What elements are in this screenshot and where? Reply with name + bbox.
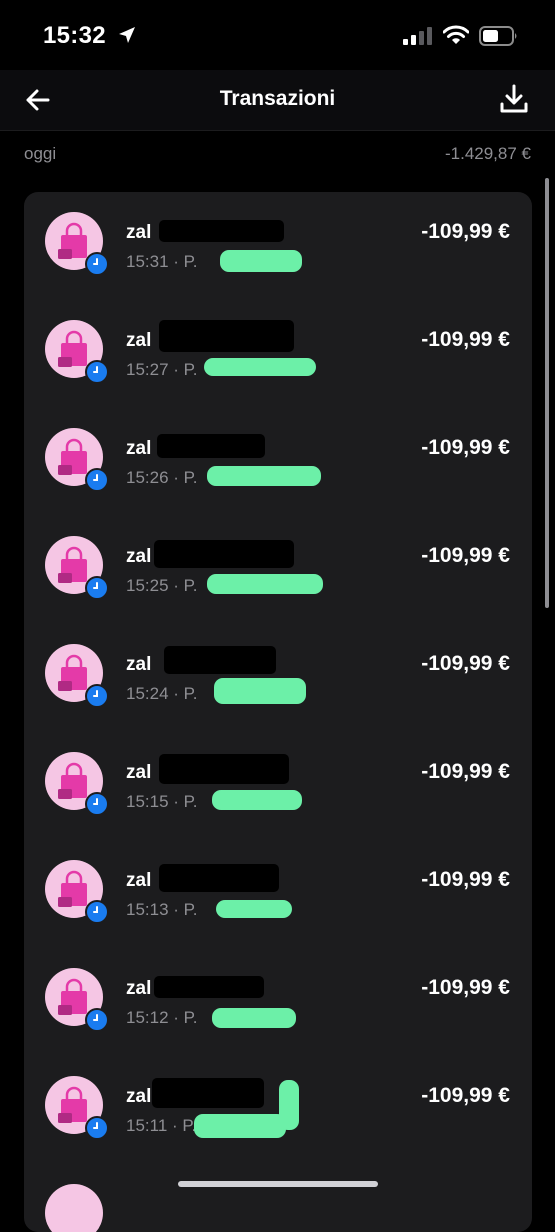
transactions-card: zal 15:31 · P. -109,99 € zal 15:27 · P. … <box>24 192 532 1232</box>
merchant-name: zal <box>126 222 152 243</box>
transaction-amount: -109,99 € <box>421 544 510 567</box>
redaction-mark <box>159 864 279 892</box>
transaction-amount: -109,99 € <box>421 652 510 675</box>
merchant-name: zal <box>126 978 152 999</box>
pending-clock-icon <box>85 468 109 492</box>
pending-clock-icon <box>85 792 109 816</box>
transaction-amount: -109,99 € <box>421 220 510 243</box>
transaction-time: 15:25 · P. <box>126 576 198 595</box>
pending-clock-icon <box>85 576 109 600</box>
scrollbar[interactable] <box>545 178 549 608</box>
section-total-amount: -1.429,87 € <box>444 144 531 163</box>
shopping-bag-icon <box>58 546 87 583</box>
pending-clock-icon <box>85 252 109 276</box>
redaction-mark <box>164 646 276 674</box>
transaction-time: 15:12 · P. <box>126 1008 198 1027</box>
download-icon[interactable] <box>497 82 531 116</box>
merchant-name: zal <box>126 546 152 567</box>
section-header-today: oggi -1.429,87 € <box>24 144 531 168</box>
redaction-mark <box>212 1008 296 1028</box>
redaction-mark <box>214 678 306 704</box>
redaction-mark <box>194 1114 286 1138</box>
redaction-mark <box>157 434 265 458</box>
nav-bar: Transazioni <box>0 70 555 131</box>
transaction-amount: -109,99 € <box>421 976 510 999</box>
shopping-bag-icon <box>58 762 87 799</box>
shopping-bag-icon <box>58 1086 87 1123</box>
transaction-time: 15:27 · P. <box>126 360 198 379</box>
merchant-avatar <box>45 1184 103 1232</box>
wifi-icon <box>443 25 469 44</box>
merchant-name: zal <box>126 762 152 783</box>
merchant-name: zal <box>126 438 152 459</box>
shopping-bag-icon <box>58 654 87 691</box>
merchant-name: zal <box>126 654 152 675</box>
status-time: 15:32 <box>43 22 106 49</box>
status-bar: 15:32 <box>0 0 555 70</box>
redaction-mark <box>159 220 284 242</box>
transaction-row[interactable]: zal 15:12 · P. -109,99 € <box>24 948 532 1056</box>
redaction-mark <box>204 358 316 376</box>
transaction-row[interactable]: zal 15:25 · P. -109,99 € <box>24 516 532 624</box>
shopping-bag-icon <box>58 870 87 907</box>
location-arrow-icon <box>119 27 135 43</box>
merchant-name: zal <box>126 330 152 351</box>
redaction-mark <box>154 976 264 998</box>
merchant-name: zal <box>126 1086 152 1107</box>
transaction-time: 15:31 · P. <box>126 252 198 271</box>
pending-clock-icon <box>85 684 109 708</box>
shopping-bag-icon <box>58 222 87 259</box>
pending-clock-icon <box>85 900 109 924</box>
shopping-bag-icon <box>58 978 87 1015</box>
pending-clock-icon <box>85 1008 109 1032</box>
redaction-mark <box>159 320 294 352</box>
pending-clock-icon <box>85 1116 109 1140</box>
transaction-time: 15:11 · P. <box>126 1116 197 1135</box>
redaction-mark <box>216 900 292 918</box>
transaction-row[interactable]: zal 15:27 · P. -109,99 € <box>24 300 532 408</box>
transaction-time: 15:26 · P. <box>126 468 198 487</box>
transaction-row[interactable]: zal 15:15 · P. -109,99 € <box>24 732 532 840</box>
transaction-time: 15:24 · P. <box>126 684 198 703</box>
transaction-time: 15:13 · P. <box>126 900 198 919</box>
redaction-mark <box>220 250 302 272</box>
redaction-mark <box>152 1078 264 1108</box>
transaction-row[interactable]: zal 15:31 · P. -109,99 € <box>24 192 532 300</box>
section-date-label: oggi <box>24 144 57 163</box>
transaction-row[interactable]: zal 15:26 · P. -109,99 € <box>24 408 532 516</box>
battery-icon <box>479 26 517 46</box>
shopping-bag-icon <box>58 438 87 475</box>
page-title: Transazioni <box>219 87 336 110</box>
redaction-mark <box>159 754 289 784</box>
transaction-row[interactable] <box>24 1164 532 1232</box>
pending-clock-icon <box>85 360 109 384</box>
transaction-amount: -109,99 € <box>421 1084 510 1107</box>
transaction-time: 15:15 · P. <box>126 792 198 811</box>
transaction-amount: -109,99 € <box>421 328 510 351</box>
redaction-mark <box>154 540 294 568</box>
transaction-amount: -109,99 € <box>421 436 510 459</box>
cellular-signal-icon <box>403 27 432 45</box>
redaction-mark <box>212 790 302 810</box>
transaction-amount: -109,99 € <box>421 868 510 891</box>
transaction-row[interactable]: zal 15:11 · P. -109,99 € <box>24 1056 532 1164</box>
merchant-name: zal <box>126 870 152 891</box>
transaction-row[interactable]: zal 15:13 · P. -109,99 € <box>24 840 532 948</box>
transaction-row[interactable]: zal 15:24 · P. -109,99 € <box>24 624 532 732</box>
redaction-mark <box>207 574 323 594</box>
transaction-amount: -109,99 € <box>421 760 510 783</box>
redaction-mark <box>207 466 321 486</box>
redaction-mark <box>279 1080 299 1130</box>
home-indicator[interactable] <box>178 1181 378 1187</box>
shopping-bag-icon <box>58 330 87 367</box>
